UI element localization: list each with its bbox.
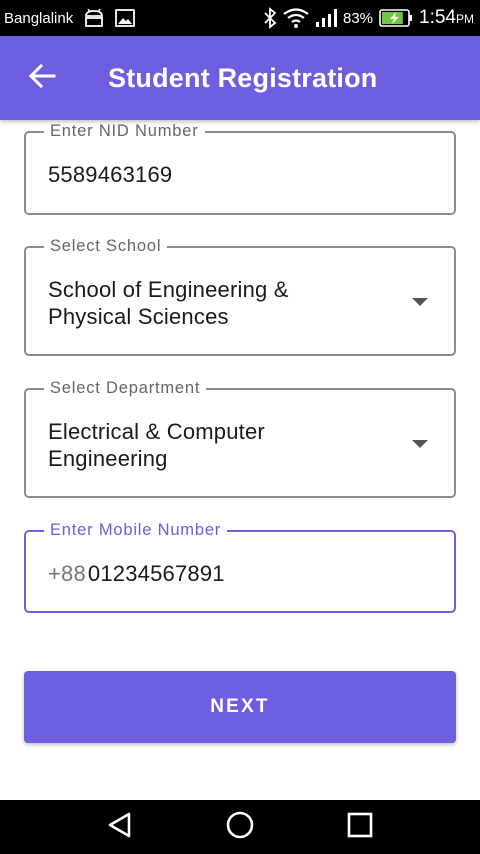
triangle-back-icon	[106, 811, 134, 844]
nav-back-button[interactable]	[90, 800, 150, 854]
registration-form: Enter NID Number 5589463169 Select Schoo…	[0, 120, 480, 800]
carrier-name: Banglalink	[4, 9, 74, 27]
dropdown-arrow-icon[interactable]	[412, 440, 428, 448]
department-value-line2: Engineering	[48, 446, 168, 471]
arrow-back-icon	[28, 62, 56, 95]
square-recents-icon	[346, 811, 374, 844]
battery-charging-icon	[379, 9, 413, 27]
clock-suffix: PM	[456, 12, 474, 26]
system-nav-bar	[0, 800, 480, 854]
department-label: Select Department	[44, 378, 207, 398]
nid-field[interactable]: Enter NID Number 5589463169	[24, 121, 456, 215]
mobile-input[interactable]: +8801234567891	[48, 560, 225, 587]
bluetooth-icon	[263, 7, 277, 29]
battery-percent: 83%	[342, 9, 374, 27]
mobile-field[interactable]: Enter Mobile Number +8801234567891	[24, 520, 456, 613]
school-value-line2: Physical Sciences	[48, 304, 229, 329]
signal-icon	[315, 8, 337, 28]
school-label: Select School	[44, 236, 168, 256]
mobile-label: Enter Mobile Number	[44, 520, 228, 540]
clock: 1:54PM	[419, 7, 474, 29]
department-select[interactable]: Select Department Electrical & Computer …	[24, 378, 456, 498]
nid-label: Enter NID Number	[44, 121, 205, 141]
department-value: Electrical & Computer Engineering	[48, 418, 265, 472]
school-select[interactable]: Select School School of Engineering & Ph…	[24, 236, 456, 356]
gallery-notification-icon	[115, 9, 136, 27]
nav-home-button[interactable]	[210, 800, 270, 854]
wifi-icon	[283, 8, 309, 28]
mobile-value: 01234567891	[87, 561, 225, 586]
department-value-line1: Electrical & Computer	[48, 419, 265, 444]
clock-time: 1:54	[419, 7, 456, 28]
page-title: Student Registration	[108, 62, 378, 93]
app-bar: Student Registration	[0, 36, 480, 120]
circle-home-icon	[225, 810, 255, 845]
nav-recents-button[interactable]	[330, 800, 390, 854]
school-value-line1: School of Engineering &	[48, 277, 289, 302]
nid-value[interactable]: 5589463169	[48, 161, 172, 188]
back-button[interactable]	[0, 36, 84, 120]
school-value: School of Engineering & Physical Science…	[48, 276, 289, 330]
status-right: 83% 1:54PM	[263, 7, 474, 29]
android-debug-icon	[83, 8, 105, 28]
status-left: Banglalink	[4, 8, 136, 28]
dropdown-arrow-icon[interactable]	[412, 298, 428, 306]
country-code-prefix: +88	[48, 561, 86, 586]
next-button[interactable]: NEXT	[24, 671, 456, 743]
status-bar: Banglalink 83% 1:54PM	[0, 0, 480, 36]
